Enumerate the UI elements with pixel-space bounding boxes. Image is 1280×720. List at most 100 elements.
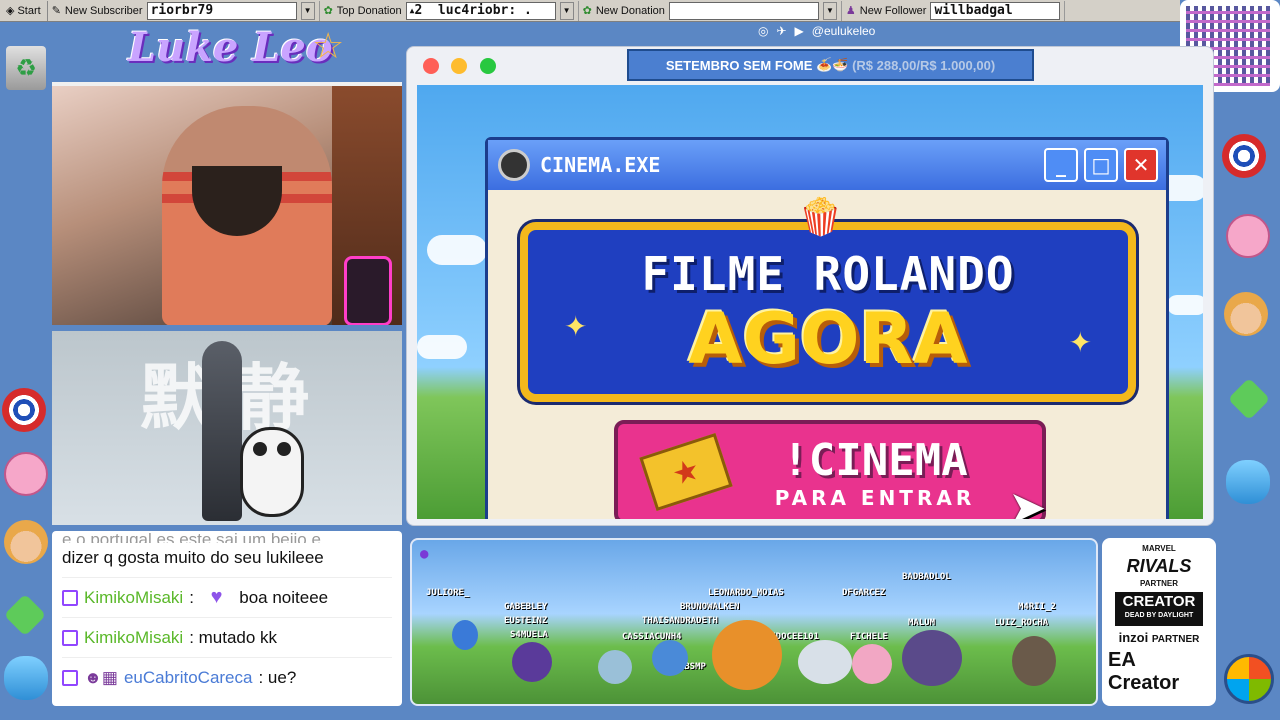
viewer-name: EUSTEINZ	[504, 616, 548, 626]
webcam-feed	[52, 82, 402, 325]
character-face-icon	[4, 520, 48, 564]
donation-goal-bar: SETEMBRO SEM FOME 🍝🍜 (R$ 288,00/R$ 1.000…	[627, 49, 1034, 81]
dropdown-arrow-icon[interactable]: ▼	[822, 1, 837, 20]
popcorn-icon: 🍿	[798, 197, 843, 238]
jigglypuff-icon	[1226, 214, 1270, 258]
new-donation-segment: ✿ New Donation ▼	[579, 0, 842, 21]
minimize-icon[interactable]: _	[1044, 148, 1078, 182]
chat-message: KimikoMisaki : mutado kk	[62, 617, 392, 657]
viewer-name: LEONARDO_MOIAS	[708, 588, 784, 598]
recycle-bin-icon[interactable]: ♻	[6, 46, 46, 90]
rivals-logo: RIVALS	[1126, 556, 1192, 576]
pokemon-sprite	[512, 642, 552, 682]
msn-buddy-icon	[1226, 460, 1270, 504]
chat-text: boa noiteee	[239, 587, 329, 607]
pokemon-sprite	[852, 644, 892, 684]
donation-progress-text: (R$ 288,00/R$ 1.000,00)	[852, 57, 996, 73]
pokemon-sprite	[798, 640, 852, 684]
chat-message: ☻▦ euCabritoCareca: ue?	[62, 657, 392, 697]
subscriber-label: New Subscriber	[64, 4, 143, 17]
pokemon-sprite	[598, 650, 632, 684]
social-handles: ◎ ✈ ▶ @eulukeleo	[758, 24, 875, 38]
mouse-cursor-icon: ➤	[1008, 480, 1047, 519]
pokemon-sprite	[452, 620, 478, 650]
food-icon: 🍝🍜	[816, 57, 849, 72]
chat-username[interactable]: euCabritoCareca	[124, 668, 253, 688]
donation-icon: ✿	[582, 5, 592, 17]
cinema-command-button[interactable]: ★ !CINEMA PARA ENTRAR	[614, 420, 1046, 519]
cta-command: !CINEMA	[782, 434, 968, 486]
viewer-name: FICHELE	[850, 632, 888, 642]
subscriber-icon: ✎	[51, 5, 61, 17]
captain-shield-icon	[2, 388, 46, 432]
viewer-name: BADBADLOL	[902, 572, 951, 582]
cta-subtitle: PARA ENTRAR	[774, 485, 976, 510]
dropdown-arrow-icon[interactable]: ▼	[300, 1, 315, 20]
viewer-name: MALUM	[908, 618, 936, 628]
twitch-badge-icon	[62, 589, 78, 606]
character-face-icon	[1224, 292, 1268, 336]
viewer-name: S4MUELA	[510, 630, 548, 640]
badge-icon: ☻▦	[84, 667, 118, 687]
chat-panel: e o portugal es este sai um beijo e dize…	[52, 531, 402, 706]
top-donation-value: luc4riobr: .	[437, 3, 532, 18]
viewer-name: JULIORE_	[426, 588, 470, 598]
film-reel-icon	[498, 149, 530, 181]
chat-text: : ue?	[258, 667, 297, 687]
streamer-logo: Luke Leo	[128, 24, 333, 71]
follower-icon: ♟	[845, 5, 856, 17]
stream-alert-bar: ◈ Start ✎ New Subscriber riorbr79 ▼ ✿ Top Don…	[0, 0, 1180, 22]
chat-username[interactable]: KimikoMisaki	[84, 588, 183, 608]
cinema-title: CINEMA.EXE	[540, 153, 661, 177]
donation-icon: ✿	[323, 5, 333, 17]
dbd-creator-badge: CREATOR DEAD BY DAYLIGHT	[1114, 592, 1204, 626]
follower-segment: ♟ New Follower willbadgal	[842, 0, 1066, 21]
top-donation-label: Top Donation	[336, 4, 402, 17]
windows-orb-icon[interactable]	[1224, 654, 1274, 704]
follower-value: willbadgal	[930, 1, 1061, 20]
top-donation-segment: ✿ Top Donation ▲ 2 luc4riobr: . ▼	[320, 0, 579, 21]
close-icon[interactable]: ✕	[1124, 148, 1158, 182]
maximize-icon[interactable]: □	[1084, 148, 1118, 182]
sparkle-icon: ✦	[1068, 326, 1092, 359]
maximize-window-icon[interactable]	[480, 58, 496, 74]
pokemon-sprite	[652, 640, 688, 676]
new-donation-label: New Donation	[595, 4, 665, 17]
start-button[interactable]: ◈ Start	[0, 0, 48, 21]
subscriber-value: riorbr79	[146, 1, 297, 20]
pokemon-sprite	[902, 630, 962, 686]
viewer-name: LUIZ_ROCHA	[994, 618, 1049, 628]
pokemon-sprite	[1012, 636, 1056, 686]
cinema-window: CINEMA.EXE _ □ ✕ FILME ROLANDO AGORA ✦ ✦…	[485, 137, 1169, 519]
jigglypuff-icon	[4, 452, 48, 496]
chat-username[interactable]: KimikoMisaki	[84, 628, 183, 648]
main-window: CINEMA.EXE _ □ ✕ FILME ROLANDO AGORA ✦ ✦…	[406, 46, 1214, 526]
dropdown-arrow-icon[interactable]: ▼	[559, 1, 574, 20]
chat-message: KimikoMisaki: ♥ boa noiteee	[62, 577, 392, 617]
close-window-icon[interactable]	[423, 58, 439, 74]
headline-line-2: AGORA	[688, 298, 968, 380]
donation-campaign: SETEMBRO SEM FOME	[665, 57, 813, 73]
twitch-badge-icon	[62, 629, 78, 646]
headline-line-1: FILME ROLANDO	[641, 247, 1015, 301]
chat-bubble-icon: ●	[420, 546, 429, 562]
minimize-window-icon[interactable]	[451, 58, 467, 74]
chat-message-text: dizer q gosta muito do seu lukileee	[62, 548, 324, 567]
viewer-avatars-scene: ● JULIORE_ GABEBLEY EUSTEINZ S4MUELA LEO…	[410, 538, 1098, 706]
inzoi-logo: inzoi	[1118, 630, 1149, 645]
anime-art-panel: 默 静	[52, 331, 402, 525]
start-label: Start	[17, 4, 41, 17]
social-handle: @eulukeleo	[811, 24, 876, 38]
chat-partial-line: e o portugal es este sai um beijo e	[62, 531, 321, 543]
subscriber-segment: ✎ New Subscriber riorbr79 ▼	[48, 0, 320, 21]
windows-logo-icon: ◈	[6, 5, 15, 17]
follower-label: New Follower	[859, 4, 927, 17]
ticket-icon: ★	[639, 433, 733, 511]
twitch-badge-icon	[62, 669, 78, 686]
rivals-partner-tag: PARTNER	[1139, 579, 1179, 588]
ea-creator-logo: EA Creator	[1108, 649, 1180, 694]
chat-text: : mutado kk	[189, 627, 278, 647]
microphone	[344, 256, 392, 325]
panda-figure	[240, 427, 304, 517]
star-icon: ☆	[312, 26, 345, 67]
